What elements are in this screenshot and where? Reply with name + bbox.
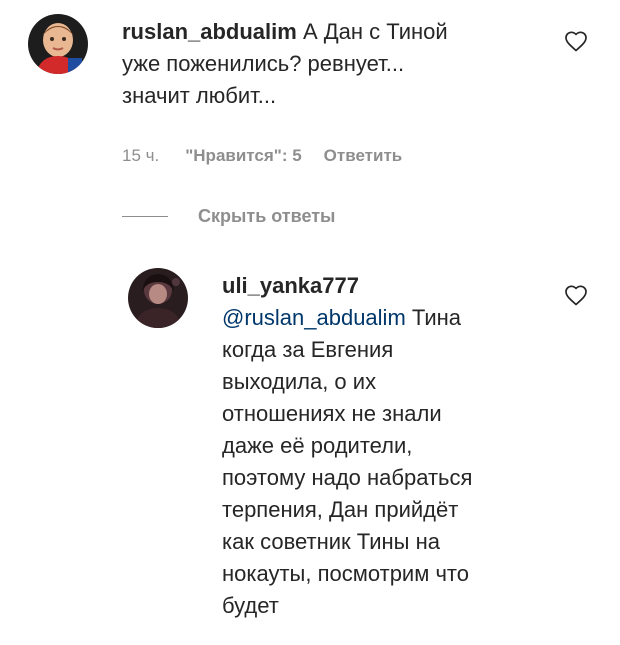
reply-username[interactable]: uli_yanka777 (222, 270, 562, 302)
reply-text-line: будет (222, 593, 279, 618)
reply-text-line: поэтому надо набраться (222, 465, 473, 490)
reply-text-line: когда за Евгения (222, 337, 394, 362)
profile-photo-icon (128, 268, 188, 328)
comment-text-line: значит любит... (122, 83, 277, 108)
reply-text-line: как советник Тины на (222, 529, 440, 554)
reply-mention-link[interactable]: @ruslan_abdualim (222, 305, 406, 330)
reply-button[interactable]: Ответить (324, 146, 403, 166)
heart-outline-icon[interactable] (564, 284, 588, 308)
divider-line (122, 216, 168, 217)
avatar-uli-yanka777[interactable] (128, 268, 188, 328)
comment-meta: 15 ч. "Нравится": 5 Ответить (122, 146, 402, 166)
reply-text-line: отношениях не знали (222, 401, 442, 426)
comment-text-line: А Дан с Тиной (296, 19, 448, 44)
comment-text-line: уже поженились? ревнует... (122, 51, 405, 76)
heart-outline-icon[interactable] (564, 30, 588, 54)
comment-username[interactable]: ruslan_abdualim (122, 19, 297, 44)
hide-replies-label: Скрыть ответы (198, 206, 336, 226)
reply-text-line: нокауты, посмотрим что (222, 561, 469, 586)
comment-time[interactable]: 15 ч. (122, 146, 159, 166)
hide-replies-button[interactable]: Скрыть ответы (122, 206, 335, 227)
child-photo-icon (28, 14, 88, 74)
avatar-ruslan-abdualim[interactable] (28, 14, 88, 74)
comment-text: ruslan_abdualim А Дан с Тиной уже пожени… (122, 16, 522, 112)
comment-likes-count[interactable]: "Нравится": 5 (185, 146, 301, 166)
reply-text-line: терпения, Дан прийдёт (222, 497, 459, 522)
reply-text-line: даже её родители, (222, 433, 413, 458)
reply-text-line: выходила, о их (222, 369, 377, 394)
reply-text-line: Тина (405, 305, 462, 330)
reply-text: uli_yanka777 @ruslan_abdualim Тина когда… (222, 270, 562, 622)
